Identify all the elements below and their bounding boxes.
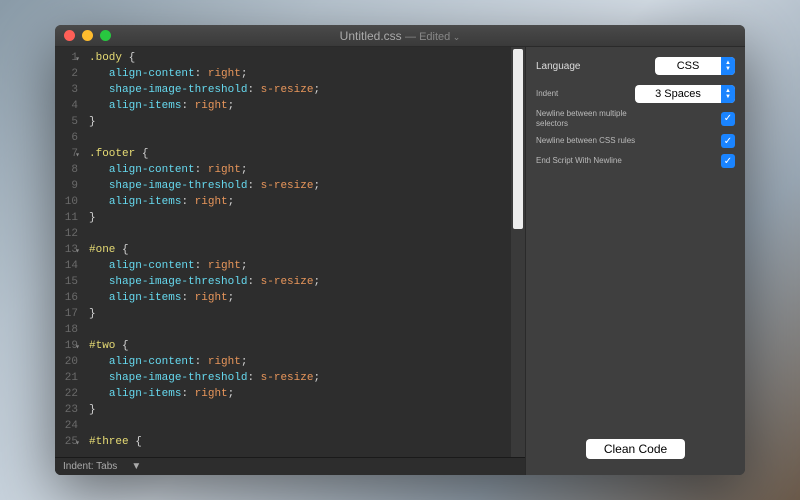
option-label: Newline between CSS rules: [536, 136, 635, 146]
code-line[interactable]: align-content: right;: [89, 354, 511, 370]
scrollbar-thumb[interactable]: [513, 49, 523, 229]
code-line[interactable]: shape-image-threshold: s-resize;: [89, 274, 511, 290]
code-line[interactable]: [89, 226, 511, 242]
indent-row: Indent 3 Spaces ▲▼: [536, 85, 735, 103]
fold-marker-icon[interactable]: ▾: [75, 436, 80, 452]
line-number: 7▾: [55, 146, 78, 162]
code-line[interactable]: align-content: right;: [89, 66, 511, 82]
line-number: 13▾: [55, 242, 78, 258]
code-line[interactable]: align-items: right;: [89, 98, 511, 114]
line-number: 15: [55, 274, 78, 290]
line-number: 12: [55, 226, 78, 242]
option-label: End Script With Newline: [536, 156, 622, 166]
line-number: 14: [55, 258, 78, 274]
option-checkbox[interactable]: ✓: [721, 154, 735, 168]
option-checkbox[interactable]: ✓: [721, 112, 735, 126]
line-number: 24: [55, 418, 78, 434]
line-number: 2: [55, 66, 78, 82]
line-number: 9: [55, 178, 78, 194]
line-number: 23: [55, 402, 78, 418]
language-value: CSS: [655, 60, 721, 72]
code-line[interactable]: }: [89, 402, 511, 418]
window-title: Untitled.css — Edited: [55, 29, 745, 43]
close-icon[interactable]: [64, 30, 75, 41]
option-label: Newline between multiple selectors: [536, 109, 646, 128]
indent-mode[interactable]: Indent: Tabs: [63, 461, 117, 472]
zoom-icon[interactable]: [100, 30, 111, 41]
dropdown-icon[interactable]: ▼: [131, 461, 141, 472]
stepper-arrows-icon: ▲▼: [721, 85, 735, 103]
code-line[interactable]: }: [89, 306, 511, 322]
code-line[interactable]: align-items: right;: [89, 194, 511, 210]
code-line[interactable]: shape-image-threshold: s-resize;: [89, 178, 511, 194]
settings-panel: Language CSS ▲▼ Indent 3 Spaces ▲▼ Newli…: [525, 47, 745, 475]
code-line[interactable]: align-content: right;: [89, 258, 511, 274]
option-row: End Script With Newline ✓: [536, 154, 735, 168]
code-line[interactable]: [89, 418, 511, 434]
code-line[interactable]: }: [89, 210, 511, 226]
line-number: 16: [55, 290, 78, 306]
line-number: 1▾: [55, 50, 78, 66]
code-line[interactable]: #two {: [89, 338, 511, 354]
option-row: Newline between multiple selectors ✓: [536, 109, 735, 128]
code-line[interactable]: .footer {: [89, 146, 511, 162]
line-number: 21: [55, 370, 78, 386]
traffic-lights: [55, 30, 111, 41]
line-number: 3: [55, 82, 78, 98]
body-area: 1▾234567▾8910111213▾141516171819▾2021222…: [55, 47, 745, 475]
edited-indicator[interactable]: — Edited: [405, 31, 460, 43]
line-number: 17: [55, 306, 78, 322]
option-checkbox[interactable]: ✓: [721, 134, 735, 148]
indent-label: Indent: [536, 89, 558, 99]
titlebar[interactable]: Untitled.css — Edited: [55, 25, 745, 47]
line-number: 8: [55, 162, 78, 178]
code-line[interactable]: align-items: right;: [89, 386, 511, 402]
code-line[interactable]: #three {: [89, 434, 511, 450]
vertical-scrollbar[interactable]: [511, 47, 525, 457]
line-number: 4: [55, 98, 78, 114]
line-number: 10: [55, 194, 78, 210]
code-content[interactable]: .body { align-content: right; shape-imag…: [83, 47, 511, 457]
status-bar: Indent: Tabs ▼: [55, 457, 525, 475]
line-number: 11: [55, 210, 78, 226]
minimize-icon[interactable]: [82, 30, 93, 41]
line-number: 5: [55, 114, 78, 130]
line-number: 20: [55, 354, 78, 370]
code-line[interactable]: shape-image-threshold: s-resize;: [89, 370, 511, 386]
code-line[interactable]: #one {: [89, 242, 511, 258]
line-number: 19▾: [55, 338, 78, 354]
app-window: Untitled.css — Edited 1▾234567▾891011121…: [55, 25, 745, 475]
language-label: Language: [536, 61, 581, 72]
stepper-arrows-icon: ▲▼: [721, 57, 735, 75]
line-number: 18: [55, 322, 78, 338]
code-line[interactable]: }: [89, 114, 511, 130]
clean-code-button[interactable]: Clean Code: [586, 439, 685, 459]
line-number: 22: [55, 386, 78, 402]
code-area[interactable]: 1▾234567▾8910111213▾141516171819▾2021222…: [55, 47, 525, 457]
code-line[interactable]: shape-image-threshold: s-resize;: [89, 82, 511, 98]
code-line[interactable]: [89, 322, 511, 338]
editor-pane: 1▾234567▾8910111213▾141516171819▾2021222…: [55, 47, 525, 475]
line-number: 6: [55, 130, 78, 146]
code-line[interactable]: .body {: [89, 50, 511, 66]
option-row: Newline between CSS rules ✓: [536, 134, 735, 148]
line-gutter: 1▾234567▾8910111213▾141516171819▾2021222…: [55, 47, 83, 457]
language-row: Language CSS ▲▼: [536, 57, 735, 75]
language-select[interactable]: CSS ▲▼: [655, 57, 735, 75]
line-number: 25▾: [55, 434, 78, 450]
code-line[interactable]: [89, 130, 511, 146]
code-line[interactable]: align-content: right;: [89, 162, 511, 178]
indent-select[interactable]: 3 Spaces ▲▼: [635, 85, 735, 103]
indent-value: 3 Spaces: [635, 88, 721, 100]
filename: Untitled.css: [340, 29, 402, 43]
code-line[interactable]: align-items: right;: [89, 290, 511, 306]
